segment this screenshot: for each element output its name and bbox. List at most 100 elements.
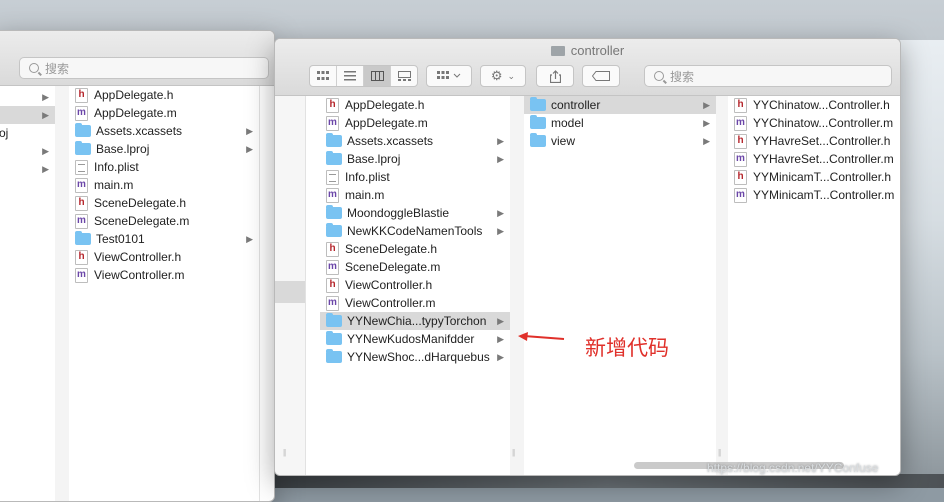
column-project[interactable]: h AppDelegate.h m AppDelegate.m Assets.xcass…: [320, 96, 511, 475]
file-row[interactable]: h ViewController.h: [69, 248, 259, 266]
share-icon: [549, 69, 561, 83]
file-row[interactable]: oj: [0, 124, 55, 142]
file-row[interactable]: h AppDelegate.h: [69, 86, 259, 104]
folder-row[interactable]: YYNewChia...typyTorchon ▶: [320, 312, 510, 330]
chevron-right-icon[interactable]: ▶: [497, 132, 504, 150]
chevron-right-icon[interactable]: ▶: [42, 106, 49, 124]
view-mode-switcher[interactable]: [309, 65, 418, 87]
chevron-right-icon[interactable]: ▶: [703, 132, 710, 150]
folder-row[interactable]: Assets.xcassets ▶: [320, 132, 510, 150]
chevron-right-icon[interactable]: ▶: [42, 142, 49, 160]
folder-row[interactable]: MoondoggleBlastie ▶: [320, 204, 510, 222]
chevron-right-icon[interactable]: ▶: [497, 348, 504, 366]
file-row[interactable]: h SceneDelegate.h: [320, 240, 510, 258]
row-label: YYHavreSet...Controller.h: [753, 134, 891, 148]
chevron-right-icon[interactable]: ▶: [497, 222, 504, 240]
file-row[interactable]: m ViewController.m: [320, 294, 510, 312]
chevron-right-icon[interactable]: ▶: [246, 230, 253, 248]
file-row[interactable]: m SceneDelegate.m: [320, 258, 510, 276]
folder-row[interactable]: Assets.xcassets ▶: [69, 122, 259, 140]
chevron-right-icon[interactable]: ▶: [246, 122, 253, 140]
search-field[interactable]: 搜索: [19, 57, 269, 79]
chevron-right-icon[interactable]: ▶: [42, 88, 49, 106]
file-row[interactable]: m main.m: [320, 186, 510, 204]
folder-icon: [550, 46, 565, 56]
file-column[interactable]: h AppDelegate.h m AppDelegate.m Assets.xcass…: [69, 86, 260, 501]
folder-row[interactable]: YYNewKudosManifdder ▶: [320, 330, 510, 348]
toolbar: controller ⚙ ⌄ 搜索: [275, 39, 900, 96]
sidebar-column[interactable]: ▶▶oj▶▶: [0, 86, 56, 501]
desktop-wallpaper-bottom: [270, 474, 944, 488]
chevron-right-icon[interactable]: ▶: [497, 150, 504, 168]
file-row[interactable]: h YYMinicamT...Controller.h: [728, 168, 900, 186]
tags-button[interactable]: [582, 65, 620, 87]
group-by-button[interactable]: [427, 66, 471, 86]
file-row[interactable]: Info.plist: [69, 158, 259, 176]
file-row[interactable]: m ViewController.m: [69, 266, 259, 284]
header-file-icon: h: [734, 97, 747, 113]
file-row[interactable]: h YYHavreSet...Controller.h: [728, 132, 900, 150]
folder-row[interactable]: Base.lproj ▶: [69, 140, 259, 158]
search-field[interactable]: 搜索: [644, 65, 892, 87]
group-by-dropdown[interactable]: [426, 65, 472, 87]
file-row[interactable]: h ViewController.h: [320, 276, 510, 294]
file-row[interactable]: m YYHavreSet...Controller.m: [728, 150, 900, 168]
file-row[interactable]: m YYMinicamT...Controller.m: [728, 186, 900, 204]
column-controller[interactable]: h YYChinatow...Controller.h m YYChinatow...…: [728, 96, 900, 475]
folder-row[interactable]: Test0101 ▶: [69, 230, 259, 248]
file-row[interactable]: h YYChinatow...Controller.h: [728, 96, 900, 114]
folder-icon: [530, 97, 546, 111]
chevron-right-icon[interactable]: ▶: [703, 96, 710, 114]
toolbar: 搜索: [0, 31, 274, 86]
folder-icon: [326, 313, 342, 327]
file-row[interactable]: Info.plist: [320, 168, 510, 186]
chevron-right-icon[interactable]: ▶: [497, 330, 504, 348]
column-resize-handle[interactable]: ||: [718, 448, 721, 457]
implementation-file-icon: m: [734, 187, 747, 203]
row-label: SceneDelegate.m: [94, 214, 190, 228]
chevron-right-icon[interactable]: ▶: [703, 114, 710, 132]
header-file-icon: h: [326, 241, 339, 257]
implementation-file-icon: m: [326, 187, 339, 203]
file-row[interactable]: m YYChinatow...Controller.m: [728, 114, 900, 132]
gear-icon: ⚙: [490, 68, 503, 83]
file-row[interactable]: ▶: [0, 160, 55, 178]
chevron-right-icon[interactable]: ▶: [246, 140, 253, 158]
folder-icon: [326, 331, 342, 345]
column-resize-handle[interactable]: ||: [512, 448, 515, 457]
chevron-right-icon[interactable]: ▶: [497, 312, 504, 330]
chevron-right-icon[interactable]: ▶: [497, 204, 504, 222]
share-button-inner[interactable]: [537, 66, 573, 86]
row-label: Assets.xcassets: [96, 124, 183, 138]
list-view-button[interactable]: [337, 66, 364, 86]
file-row[interactable]: ▶: [0, 88, 55, 106]
row-label: controller: [551, 98, 601, 112]
folder-row[interactable]: view ▶: [524, 132, 716, 150]
action-dropdown[interactable]: ⚙ ⌄: [480, 65, 526, 87]
tags-button-inner[interactable]: [583, 66, 619, 86]
folder-icon: [326, 223, 342, 237]
file-row[interactable]: m main.m: [69, 176, 259, 194]
file-row[interactable]: h SceneDelegate.h: [69, 194, 259, 212]
action-button[interactable]: ⚙ ⌄: [481, 66, 525, 86]
file-row[interactable]: ▶: [0, 142, 55, 160]
column-gap: ||: [510, 96, 525, 475]
header-file-icon: h: [734, 133, 747, 149]
file-row[interactable]: h AppDelegate.h: [320, 96, 510, 114]
folder-row[interactable]: YYNewShoc...dHarquebus ▶: [320, 348, 510, 366]
folder-row[interactable]: controller ▶: [524, 96, 716, 114]
file-row[interactable]: ▶: [0, 106, 55, 124]
share-button[interactable]: [536, 65, 574, 87]
icon-view-button[interactable]: [310, 66, 337, 86]
column-module[interactable]: controller ▶ model ▶ view ▶: [524, 96, 717, 475]
folder-row[interactable]: NewKKCodeNamenTools ▶: [320, 222, 510, 240]
chevron-right-icon[interactable]: ▶: [42, 160, 49, 178]
gallery-view-button[interactable]: [391, 66, 417, 86]
column-resize-handle[interactable]: ||: [283, 448, 286, 457]
column-view-button[interactable]: [364, 66, 391, 86]
file-row[interactable]: m SceneDelegate.m: [69, 212, 259, 230]
folder-row[interactable]: model ▶: [524, 114, 716, 132]
file-row[interactable]: m AppDelegate.m: [320, 114, 510, 132]
file-row[interactable]: m AppDelegate.m: [69, 104, 259, 122]
folder-row[interactable]: Base.lproj ▶: [320, 150, 510, 168]
